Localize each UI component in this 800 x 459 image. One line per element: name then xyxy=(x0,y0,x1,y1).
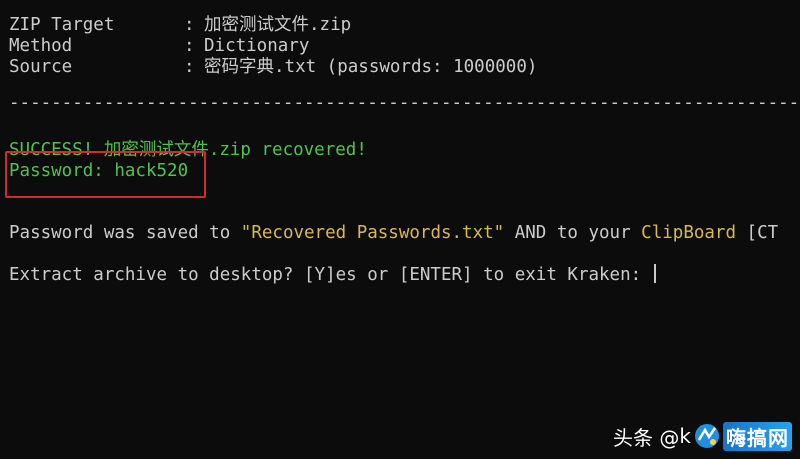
watermark-letter: k xyxy=(679,424,691,448)
saved-message: Password was saved to "Recovered Passwor… xyxy=(9,223,778,244)
text-cursor xyxy=(653,264,656,283)
zip-target-label: ZIP Target xyxy=(9,15,115,35)
watermark-prefix: 头条 @ xyxy=(613,425,680,450)
clipboard-label: ClipBoard xyxy=(641,223,736,243)
source-value: 密码字典.txt (passwords: 1000000) xyxy=(204,57,538,77)
terminal-window[interactable]: ZIP Target: 加密测试文件.zip Method: Dictionar… xyxy=(0,0,800,459)
saved-prefix: Password was saved to xyxy=(9,223,241,243)
annotation-highlight-box xyxy=(5,151,206,198)
source-label: Source xyxy=(9,57,73,77)
zip-target-row: ZIP Target: 加密测试文件.zip xyxy=(9,15,351,36)
saved-suffix: [CT xyxy=(736,223,779,243)
extract-prompt[interactable]: Extract archive to desktop? [Y]es or [EN… xyxy=(9,264,656,285)
saved-file-name: "Recovered Passwords.txt" xyxy=(240,223,505,243)
saved-middle: AND to your xyxy=(504,223,642,243)
watermark-site: 嗨搞网 xyxy=(723,421,792,451)
separator: : xyxy=(184,36,206,56)
divider-line: ----------------------------------------… xyxy=(9,93,799,113)
watermark: 头条 @ k 嗨搞网 xyxy=(613,421,792,451)
separator: : xyxy=(184,57,206,77)
method-row: Method: Dictionary xyxy=(9,36,309,57)
source-row: Source: 密码字典.txt (passwords: 1000000) xyxy=(9,57,537,78)
extract-prompt-text: Extract archive to desktop? [Y]es or [EN… xyxy=(9,265,652,285)
method-value: Dictionary xyxy=(204,36,310,56)
method-label: Method xyxy=(9,36,73,56)
separator: : xyxy=(184,15,206,35)
zip-target-value: 加密测试文件.zip xyxy=(204,15,352,35)
site-logo-icon xyxy=(695,424,719,448)
